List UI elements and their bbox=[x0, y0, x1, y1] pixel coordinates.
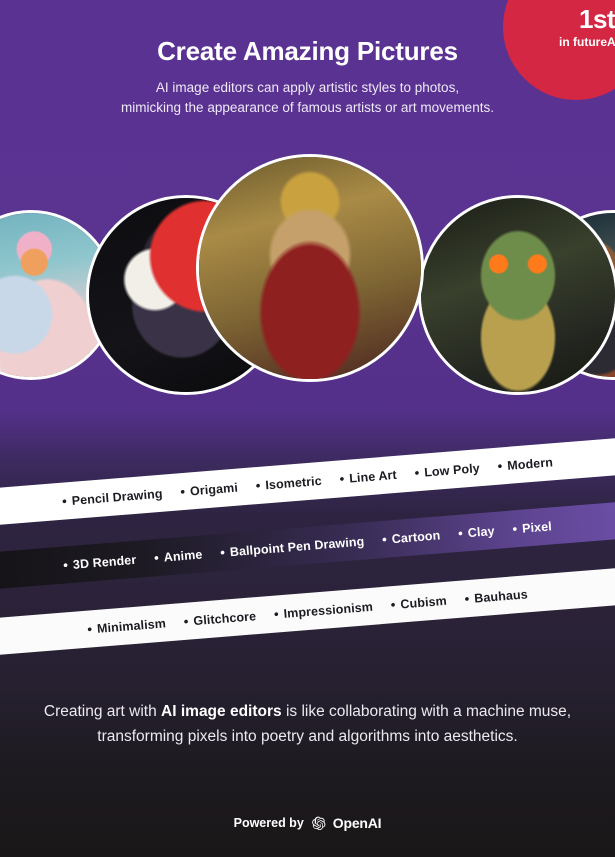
style-tag[interactable]: Pencil Drawing bbox=[62, 486, 163, 509]
gallery-item-frog-knight-illustration bbox=[418, 195, 615, 395]
footer-attribution: Powered by OpenAI bbox=[0, 815, 615, 831]
page-subtitle-line-1: AI image editors can apply artistic styl… bbox=[155, 80, 460, 95]
rank-badge-rank-text: 1st bbox=[579, 4, 615, 34]
openai-logo-icon bbox=[311, 816, 326, 830]
style-tag[interactable]: Glitchcore bbox=[183, 608, 257, 629]
poster-canvas: 1st° in futureAI Create Amazing Pictures… bbox=[0, 0, 615, 857]
lion-king-portrait bbox=[199, 157, 421, 379]
style-tag[interactable]: Clay bbox=[458, 523, 495, 541]
frog-knight-illustration bbox=[421, 198, 615, 392]
style-tag[interactable]: Low Poly bbox=[414, 460, 481, 480]
closing-quote-part-1: Creating art with bbox=[43, 703, 162, 720]
style-tag[interactable]: 3D Render bbox=[63, 552, 136, 573]
style-tag[interactable]: Minimalism bbox=[87, 615, 166, 636]
style-tag[interactable]: Ballpoint Pen Drawing bbox=[220, 533, 364, 560]
rank-badge-rank: 1st° bbox=[503, 6, 615, 32]
style-tag[interactable]: Impressionism bbox=[273, 599, 373, 622]
gallery-item-lion-king-portrait bbox=[196, 154, 424, 382]
page-subtitle: AI image editors can apply artistic styl… bbox=[0, 78, 615, 117]
style-tag[interactable]: Origami bbox=[180, 480, 238, 500]
closing-quote: Creating art with AI image editors is li… bbox=[0, 700, 615, 750]
style-tag[interactable]: Pixel bbox=[512, 518, 553, 536]
style-tag[interactable]: Modern bbox=[497, 454, 554, 473]
style-tag[interactable]: Cubism bbox=[390, 593, 447, 612]
style-tag[interactable]: Isometric bbox=[255, 473, 322, 493]
powered-by-label: Powered by bbox=[233, 816, 304, 830]
style-tag[interactable]: Cartoon bbox=[382, 527, 441, 547]
page-subtitle-line-2: mimicking the appearance of famous artis… bbox=[121, 99, 494, 115]
rank-badge-caption: in futureAI bbox=[559, 35, 615, 49]
style-tag[interactable]: Line Art bbox=[339, 467, 398, 487]
style-tag[interactable]: Bauhaus bbox=[464, 586, 528, 606]
rank-badge-content: 1st° in futureAI bbox=[503, 6, 615, 48]
image-gallery-strip bbox=[0, 140, 615, 450]
style-tag[interactable]: Anime bbox=[154, 546, 203, 565]
openai-brand-label: OpenAI bbox=[332, 815, 382, 831]
closing-quote-highlight: AI image editors bbox=[161, 703, 282, 720]
